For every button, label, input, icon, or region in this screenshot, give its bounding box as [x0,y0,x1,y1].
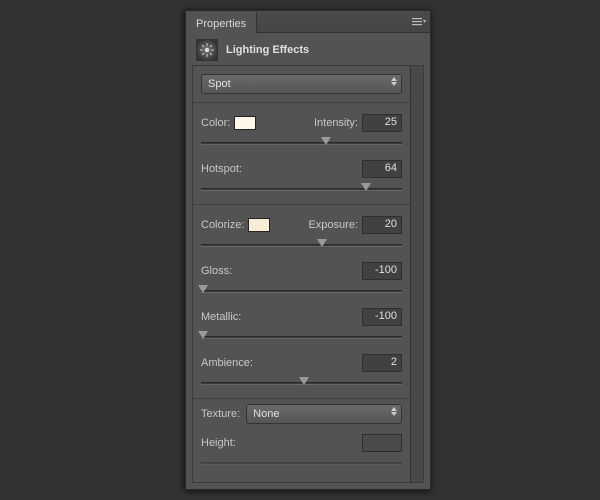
metallic-slider[interactable] [201,330,402,344]
panel-body: Spot Color: Intensity: 25 Hotspot: [192,65,410,483]
color-swatch[interactable] [234,116,256,130]
slider-thumb-icon [198,285,208,293]
hotspot-input[interactable]: 64 [362,160,402,178]
slider-thumb-icon [198,331,208,339]
exposure-label: Exposure: [308,219,358,231]
intensity-slider[interactable] [201,136,402,150]
height-input [362,434,402,452]
gloss-label: Gloss: [201,265,232,277]
gloss-input[interactable]: -100 [362,262,402,280]
vertical-scrollbar[interactable] [410,65,424,483]
lighting-effects-icon [196,39,218,61]
texture-value: None [253,408,279,420]
intensity-input[interactable]: 25 [362,114,402,132]
slider-thumb-icon [299,377,309,385]
metallic-label: Metallic: [201,311,241,323]
properties-panel: Properties [185,10,431,490]
texture-label: Texture: [201,408,240,420]
colorize-label: Colorize: [201,219,244,231]
filter-title: Lighting Effects [226,44,309,56]
light-type-value: Spot [208,78,231,90]
flyout-menu-icon [412,17,426,27]
exposure-input[interactable]: 20 [362,216,402,234]
slider-thumb-icon [361,183,371,191]
filter-header: Lighting Effects [186,33,430,67]
panel-titlebar: Properties [186,11,430,33]
height-label: Height: [201,437,236,449]
colorize-swatch[interactable] [248,218,270,232]
intensity-label: Intensity: [314,117,358,129]
slider-thumb-icon [317,239,327,247]
color-label: Color: [201,117,230,129]
slider-thumb-icon [321,137,331,145]
panel-menu-button[interactable] [408,11,430,32]
texture-dropdown[interactable]: None [246,404,402,424]
gloss-slider[interactable] [201,284,402,298]
ambience-slider[interactable] [201,376,402,390]
ambience-input[interactable]: 2 [362,354,402,372]
hotspot-label: Hotspot: [201,163,242,175]
dropdown-arrows-icon [391,407,397,416]
tab-properties[interactable]: Properties [186,12,257,34]
height-slider [201,456,402,470]
light-type-dropdown[interactable]: Spot [201,74,402,94]
metallic-input[interactable]: -100 [362,308,402,326]
dropdown-arrows-icon [391,77,397,86]
hotspot-slider[interactable] [201,182,402,196]
ambience-label: Ambience: [201,357,253,369]
exposure-slider[interactable] [201,238,402,252]
